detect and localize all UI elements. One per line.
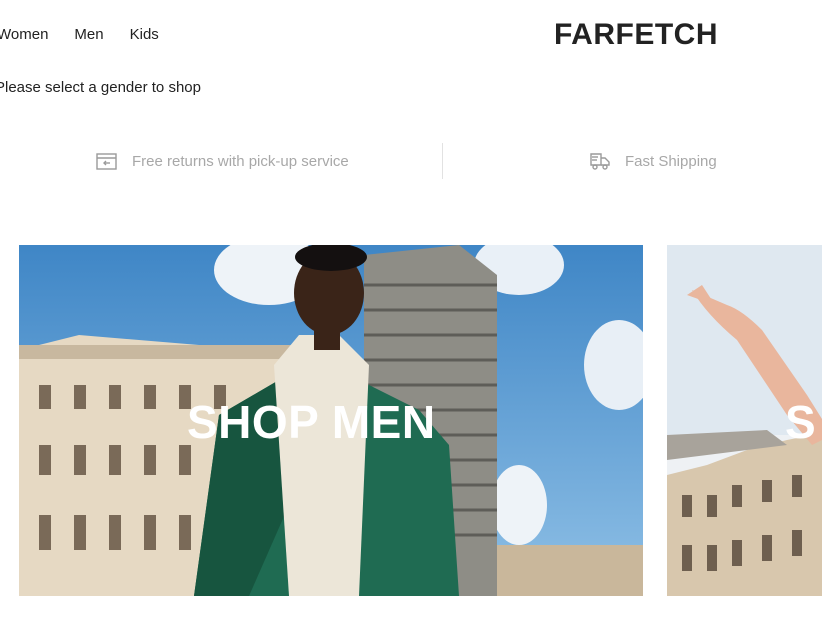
- gender-prompt: Please select a gender to shop: [0, 79, 201, 96]
- shop-women-banner[interactable]: S: [667, 245, 822, 596]
- shop-women-label: S: [785, 396, 817, 448]
- usp-returns-label: Free returns with pick-up service: [132, 152, 349, 170]
- nav-item-men[interactable]: Men: [74, 26, 103, 43]
- farfetch-logo[interactable]: FARFETCH: [554, 18, 718, 52]
- usp-shipping-label: Fast Shipping: [625, 152, 717, 170]
- shop-men-label: SHOP MEN: [187, 396, 436, 448]
- delivery-truck-icon: [589, 150, 611, 172]
- shop-men-banner[interactable]: SHOP MEN: [19, 245, 643, 596]
- usp-divider: [442, 143, 443, 179]
- gender-nav: Women Men Kids: [0, 26, 159, 43]
- usp-shipping: Fast Shipping: [589, 143, 717, 179]
- usp-bar: Free returns with pick-up service Fast S…: [0, 143, 822, 179]
- nav-item-women[interactable]: Women: [0, 26, 48, 43]
- returns-box-icon: [96, 151, 118, 171]
- usp-returns: Free returns with pick-up service: [96, 143, 349, 179]
- nav-item-kids[interactable]: Kids: [130, 26, 159, 43]
